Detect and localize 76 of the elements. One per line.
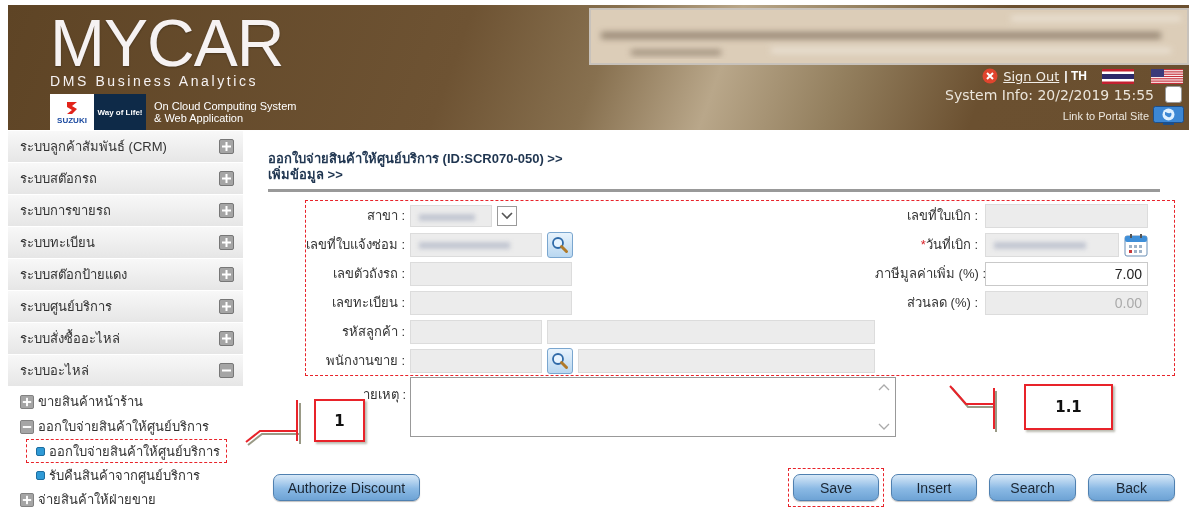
bullet-icon	[36, 470, 45, 480]
menu-item[interactable]: ระบบลูกค้าสัมพันธ์ (CRM)	[8, 131, 243, 163]
field-label: วันที่เบิก :	[925, 237, 978, 252]
close-icon	[982, 68, 999, 84]
plus-icon[interactable]	[20, 394, 34, 409]
field-label: เลขที่ใบแจ้งซ่อม :	[306, 235, 407, 254]
brand-mark: SUZUKI	[57, 115, 87, 125]
tree-item[interactable]: ออกใบจ่ายสินค้าให้ศูนย์บริการ	[36, 441, 220, 461]
page-title: ออกใบจ่ายสินค้าให้ศูนย์บริการ (ID:SCR070-050) >>	[268, 151, 563, 167]
plus-icon[interactable]	[219, 139, 234, 154]
search-icon	[551, 351, 569, 370]
menu-item[interactable]: ระบบการขายรถ	[8, 195, 243, 227]
plus-icon[interactable]	[219, 267, 234, 282]
s-logo-icon	[64, 99, 80, 116]
field-label: เลขที่ใบเบิก :	[906, 208, 978, 223]
menu-item[interactable]: ระบบสต๊อกป้ายแดง	[8, 259, 243, 291]
remark-field[interactable]	[410, 377, 896, 437]
leader-line	[244, 398, 302, 446]
minus-icon[interactable]	[219, 363, 234, 378]
field-label: ภาษีมูลค่าเพิ่ม (%) :	[875, 266, 987, 281]
slogan-text: Way of Life!	[97, 107, 143, 117]
action-button[interactable]: Search	[989, 474, 1076, 501]
flag-icon[interactable]	[1151, 68, 1183, 84]
lookup-button[interactable]	[547, 231, 573, 258]
leader-line	[946, 385, 998, 433]
search-icon	[551, 235, 569, 254]
field-label: เลขตัวถังรถ :	[331, 265, 406, 283]
menu-item[interactable]: ระบบทะเบียน	[8, 227, 243, 259]
tree-item[interactable]: ขายสินค้าหน้าร้าน	[8, 389, 243, 414]
globe-icon[interactable]	[1153, 106, 1184, 125]
bullet-icon	[36, 446, 45, 456]
flag-icon[interactable]	[1102, 68, 1134, 84]
plus-icon[interactable]	[219, 235, 234, 250]
menu-item[interactable]: ระบบอะไหล่	[8, 355, 243, 387]
plus-icon[interactable]	[219, 171, 234, 186]
plus-icon[interactable]	[219, 331, 234, 346]
system-info: System Info: 20/2/2019 15:55	[945, 86, 1154, 103]
menu-item[interactable]: ระบบศูนย์บริการ	[8, 291, 243, 323]
tagline-text: & Web Application	[154, 112, 245, 124]
minus-icon[interactable]	[20, 419, 34, 434]
scroll-arrows-icon	[878, 382, 890, 432]
menu-item[interactable]: ระบบสั่งซื้ออะไหล่	[8, 323, 243, 355]
tree-item[interactable]: จ่ายสินค้าให้ฝ่ายขาย	[8, 487, 243, 508]
field-label: พนักงานขาย :	[324, 352, 406, 370]
action-button[interactable]: Back	[1088, 474, 1175, 501]
select-field[interactable]	[410, 204, 492, 227]
field-label: สาขา :	[365, 207, 406, 225]
chevron-down-icon	[501, 211, 513, 220]
action-button[interactable]: Save	[793, 474, 879, 501]
field-label: เลขทะเบียน :	[330, 294, 406, 312]
tree-item[interactable]: รับคืนสินค้าจากศูนย์บริการ	[36, 465, 200, 485]
logo-title: MYCAR	[50, 14, 284, 72]
action-button[interactable]: Authorize Discount	[273, 474, 420, 501]
required-mark: *	[920, 237, 926, 252]
checkbox[interactable]	[1165, 86, 1182, 103]
portal-link[interactable]: Link to Portal Site	[1062, 109, 1149, 122]
field-label: รหัสลูกค้า :	[340, 323, 406, 342]
logo-subtitle: DMS Business Analytics	[50, 73, 259, 89]
page-title: เพิ่มข้อมูล >>	[268, 167, 343, 183]
action-button[interactable]: Insert	[891, 474, 977, 501]
tagline-text: On Cloud Computing System	[154, 100, 297, 112]
callout-box: 1	[314, 399, 365, 442]
calendar-icon[interactable]	[1124, 232, 1148, 257]
lookup-button[interactable]	[547, 347, 573, 374]
plus-icon[interactable]	[219, 299, 234, 314]
sign-out-link[interactable]: Sign Out	[1003, 68, 1060, 84]
language-label: | TH	[1064, 69, 1087, 83]
input-field[interactable]: 7.00	[985, 261, 1148, 286]
tree-item[interactable]: ออกใบจ่ายสินค้าให้ศูนย์บริการ	[8, 414, 243, 439]
plus-icon[interactable]	[219, 203, 234, 218]
plus-icon[interactable]	[20, 492, 34, 507]
field-label: ายเหตุ :	[362, 387, 406, 402]
field-label: ส่วนลด (%) :	[906, 295, 978, 310]
dropdown-button[interactable]	[497, 205, 517, 226]
menu-item[interactable]: ระบบสต๊อกรถ	[8, 163, 243, 195]
callout-box: 1.1	[1024, 384, 1113, 430]
